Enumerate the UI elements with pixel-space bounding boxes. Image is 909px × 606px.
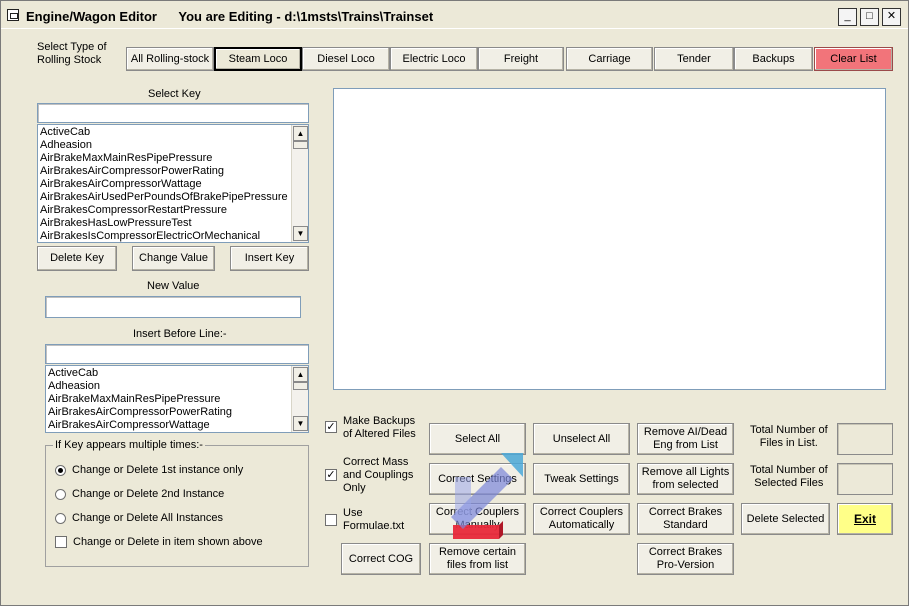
electric-loco-button[interactable]: Electric Loco xyxy=(390,47,478,71)
radio-selected-icon[interactable] xyxy=(55,464,66,476)
delete-selected-button[interactable]: Delete Selected xyxy=(741,503,830,535)
list-item[interactable]: AirBrakesCompressorRestartPressure xyxy=(40,204,290,217)
checkbox-label: Change or Delete in item shown above xyxy=(73,536,263,548)
close-button[interactable]: ✕ xyxy=(882,8,901,26)
make-backups-checkbox[interactable]: ✓ xyxy=(325,421,337,433)
total-files-label: Total Number of Files in List. xyxy=(750,424,828,449)
list-item[interactable]: Adheasion xyxy=(40,139,290,152)
app-icon[interactable] xyxy=(7,9,19,21)
correct-couplers-auto-button[interactable]: Correct Couplers Automatically xyxy=(533,503,630,535)
radio-icon[interactable] xyxy=(55,512,66,524)
stock-type-label: Select Type of Rolling Stock xyxy=(37,41,107,66)
tender-button[interactable]: Tender xyxy=(654,47,734,71)
scroll-down-icon[interactable]: ▼ xyxy=(293,226,308,241)
insert-before-input[interactable] xyxy=(45,344,309,364)
correct-couplers-manually-button[interactable]: Correct Couplers Manually xyxy=(429,503,526,535)
tweak-settings-button[interactable]: Tweak Settings xyxy=(533,463,630,495)
insert-before-label: Insert Before Line:- xyxy=(133,328,227,340)
change-in-item-checkbox[interactable]: Change or Delete in item shown above xyxy=(55,536,263,548)
selected-files-label: Total Number of Selected Files xyxy=(750,464,828,489)
remove-all-lights-button[interactable]: Remove all Lights from selected xyxy=(637,463,734,495)
list-item[interactable]: AirBrakesIsCompressorElectricOrMechanica… xyxy=(40,230,290,242)
radio-all-instances[interactable]: Change or Delete All Instances xyxy=(55,512,223,524)
correct-cog-button[interactable]: Correct COG xyxy=(341,543,421,575)
clear-list-button[interactable]: Clear List xyxy=(814,47,893,71)
radio-label: Change or Delete All Instances xyxy=(72,512,224,524)
insert-key-button[interactable]: Insert Key xyxy=(230,246,309,271)
new-value-input[interactable] xyxy=(45,296,301,318)
selected-files-value xyxy=(837,463,893,495)
make-backups-label: Make Backups of Altered Files xyxy=(343,415,416,440)
change-value-button[interactable]: Change Value xyxy=(132,246,215,271)
scroll-down-icon[interactable]: ▼ xyxy=(293,416,308,431)
list-item[interactable]: AirBrakesAirUsedPerPoundsOfBrakePipePres… xyxy=(40,191,290,204)
radio-label: Change or Delete 1st instance only xyxy=(72,464,244,476)
correct-settings-button[interactable]: Correct Settings xyxy=(429,463,526,495)
scroll-up-icon[interactable]: ▲ xyxy=(293,367,308,382)
carriage-button[interactable]: Carriage xyxy=(566,47,653,71)
backups-button[interactable]: Backups xyxy=(734,47,813,71)
list-item[interactable]: ActiveCab xyxy=(40,126,290,139)
title-bar[interactable]: Engine/Wagon Editor You are Editing - d:… xyxy=(1,1,908,29)
exit-label: Exit xyxy=(853,511,876,526)
insert-before-listbox[interactable]: ActiveCab Adheasion AirBrakeMaxMainResPi… xyxy=(45,365,309,433)
multiple-instances-legend: If Key appears multiple times:- xyxy=(53,439,205,451)
key-listbox[interactable]: ActiveCab Adheasion AirBrakeMaxMainResPi… xyxy=(37,124,309,243)
checkbox-icon[interactable] xyxy=(55,536,67,548)
all-rolling-stock-button[interactable]: All Rolling-stock xyxy=(126,47,214,71)
radio-second-instance[interactable]: Change or Delete 2nd Instance xyxy=(55,488,224,500)
correct-brakes-standard-button[interactable]: Correct Brakes Standard xyxy=(637,503,734,535)
correct-brakes-pro-button[interactable]: Correct Brakes Pro-Version xyxy=(637,543,734,575)
remove-certain-files-button[interactable]: Remove certain files from list xyxy=(429,543,526,575)
multiple-instances-group: If Key appears multiple times:- Change o… xyxy=(45,439,309,567)
editor-window: Engine/Wagon Editor You are Editing - d:… xyxy=(0,0,909,606)
key-list-scrollbar[interactable]: ▲ ▼ xyxy=(291,125,308,242)
remove-ai-dead-button[interactable]: Remove AI/Dead Eng from List xyxy=(637,423,734,455)
list-item[interactable]: Adheasion xyxy=(48,380,290,393)
freight-button[interactable]: Freight xyxy=(478,47,564,71)
scroll-up-icon[interactable]: ▲ xyxy=(293,126,308,141)
use-formulae-checkbox[interactable] xyxy=(325,514,337,526)
unselect-all-button[interactable]: Unselect All xyxy=(533,423,630,455)
list-item[interactable]: AirBrakeMaxMainResPipePressure xyxy=(48,393,290,406)
list-item[interactable]: ActiveCab xyxy=(48,367,290,380)
insert-list-scrollbar[interactable]: ▲ ▼ xyxy=(291,366,308,432)
window-title: Engine/Wagon Editor You are Editing - d:… xyxy=(26,9,434,24)
select-all-button[interactable]: Select All xyxy=(429,423,526,455)
maximize-button[interactable]: □ xyxy=(860,8,879,26)
correct-mass-label: Correct Mass and Couplings Only xyxy=(343,456,414,494)
list-item[interactable]: AirBrakesAirCompressorWattage xyxy=(40,178,290,191)
total-files-value xyxy=(837,423,893,455)
radio-label: Change or Delete 2nd Instance xyxy=(72,488,225,500)
radio-first-instance[interactable]: Change or Delete 1st instance only xyxy=(55,464,243,476)
steam-loco-button[interactable]: Steam Loco xyxy=(214,47,302,71)
list-item[interactable]: AirBrakeMaxMainResPipePressure xyxy=(40,152,290,165)
files-listbox[interactable] xyxy=(333,88,886,390)
list-item[interactable]: AirBrakesAirCompressorPowerRating xyxy=(40,165,290,178)
delete-key-button[interactable]: Delete Key xyxy=(37,246,117,271)
new-value-label: New Value xyxy=(147,280,200,292)
minimize-button[interactable]: _ xyxy=(838,8,857,26)
select-key-label: Select Key xyxy=(148,88,201,100)
radio-icon[interactable] xyxy=(55,488,66,500)
exit-button[interactable]: Exit xyxy=(837,503,893,535)
list-item[interactable]: AirBrakesAirCompressorPowerRating xyxy=(48,406,290,419)
select-key-input[interactable] xyxy=(37,103,309,123)
scroll-thumb[interactable] xyxy=(293,141,308,149)
list-item[interactable]: AirBrakesAirCompressorWattage xyxy=(48,419,290,432)
scroll-thumb[interactable] xyxy=(293,382,308,390)
diesel-loco-button[interactable]: Diesel Loco xyxy=(302,47,390,71)
use-formulae-label: Use Formulae.txt xyxy=(343,507,405,532)
correct-mass-checkbox[interactable]: ✓ xyxy=(325,469,337,481)
list-item[interactable]: AirBrakesHasLowPressureTest xyxy=(40,217,290,230)
